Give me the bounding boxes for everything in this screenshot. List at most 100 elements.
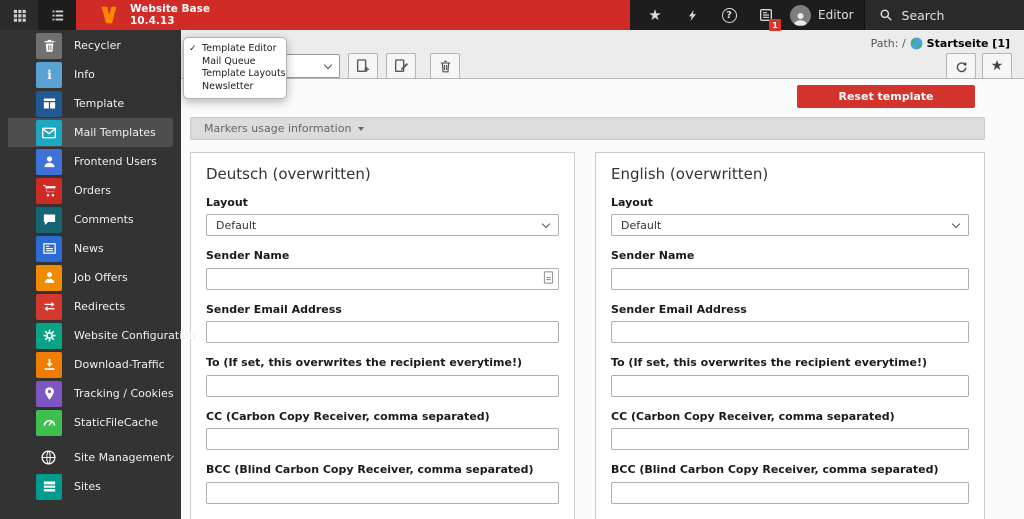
sidebar-item-website-configuration[interactable]: Website Configuration	[8, 321, 196, 350]
sidebar-item-label: Redirects	[74, 300, 126, 313]
search-placeholder: Search	[901, 7, 945, 23]
search-input[interactable]: Search	[863, 0, 1024, 30]
docheader-right-buttons: ★	[946, 53, 1012, 79]
field-deutsch-bcc: BCC (Blind Carbon Copy Receiver, comma s…	[206, 463, 559, 504]
field-label: Sender Email Address	[206, 302, 342, 316]
sidebar-item-comments[interactable]: Comments	[8, 205, 173, 234]
deutsch-bcc-input[interactable]	[206, 481, 559, 504]
sidebar-item-news[interactable]: News	[8, 234, 173, 263]
brand-title: Website Base	[130, 2, 210, 15]
field-english-bcc: BCC (Blind Carbon Copy Receiver, comma s…	[611, 463, 969, 504]
sidebar-item-tracking-cookies[interactable]: Tracking / Cookies	[8, 379, 174, 408]
mail-icon	[36, 119, 62, 146]
sidebar-item-label: Download-Traffic	[74, 358, 165, 371]
english-cc-input[interactable]	[611, 428, 969, 450]
doc-header: Path: / Startseite [1] ★	[181, 30, 1024, 79]
info-icon: i	[36, 61, 62, 88]
bookmark-star-button[interactable]: ★	[982, 53, 1012, 79]
user-menu[interactable]: Editor	[790, 4, 854, 26]
field-english-sender-name: Sender Name	[611, 249, 969, 290]
sidebar-item-template[interactable]: Template	[8, 89, 173, 118]
deutsch-layout-select[interactable]: Default	[206, 214, 559, 236]
field-label: To (If set, this overwrites the recipien…	[206, 356, 523, 369]
markers-usage-label: Markers usage information	[204, 122, 352, 135]
sidebar-item-label: Info	[74, 68, 95, 81]
brand-area[interactable]: Website Base 10.4.13	[76, 0, 630, 30]
bolt-icon[interactable]	[679, 0, 705, 30]
english-sender-name-input[interactable]	[611, 267, 969, 290]
menu-item-template-layouts[interactable]: Template Layouts	[184, 68, 286, 81]
sites-icon	[36, 473, 62, 500]
help-icon[interactable]: ?	[716, 0, 742, 30]
sidebar-section-site-management[interactable]: Site Management	[8, 443, 175, 472]
field-label: BCC (Blind Carbon Copy Receiver, comma s…	[611, 463, 939, 476]
breadcrumb: Path: / Startseite [1]	[871, 37, 1010, 50]
field-deutsch-layout: Layout Default	[206, 196, 559, 236]
field-label: CC (Carbon Copy Receiver, comma separate…	[206, 409, 490, 423]
chevron-down-icon	[323, 60, 333, 69]
chevron-down-icon	[951, 219, 961, 228]
panel-title: English (overwritten)	[611, 165, 769, 183]
reset-template-button[interactable]: Reset template	[797, 85, 975, 108]
field-deutsch-sender-email-address: Sender Email Address	[206, 302, 559, 343]
field-english-layout: Layout Default	[611, 196, 969, 236]
sidebar-item-label: Recycler	[74, 39, 121, 52]
english-to-input[interactable]	[611, 374, 969, 397]
cart-icon	[36, 177, 62, 204]
sidebar-item-label: Sites	[74, 480, 101, 493]
record-buttons	[340, 53, 460, 79]
typo3-logo-icon	[98, 4, 120, 26]
caret-down-icon	[358, 127, 365, 131]
panel-deutsch: Deutsch (overwritten) Layout Default Sen…	[190, 152, 575, 519]
config-icon	[36, 322, 62, 349]
sidebar-item-label: StaticFileCache	[74, 416, 159, 429]
current-page[interactable]: Startseite [1]	[927, 37, 1010, 50]
menu-list-icon[interactable]	[38, 0, 76, 30]
deutsch-cc-input[interactable]	[206, 428, 559, 450]
sidebar-item-redirects[interactable]: Redirects	[8, 292, 173, 321]
search-icon	[879, 8, 893, 22]
sidebar-item-mail-templates[interactable]: Mail Templates	[8, 118, 173, 147]
trash-icon	[36, 32, 62, 59]
sidebar-item-orders[interactable]: Orders	[8, 176, 173, 205]
sidebar-section-label: Site Management	[74, 451, 172, 464]
sidebar-item-staticfilecache[interactable]: StaticFileCache	[8, 408, 173, 437]
refresh-button[interactable]	[946, 53, 976, 79]
sidebar-item-label: News	[74, 242, 104, 255]
menu-item-newsletter[interactable]: Newsletter	[184, 81, 286, 94]
gauge-icon	[36, 409, 62, 436]
sidebar-item-label: Website Configuration	[74, 329, 196, 342]
sidebar-item-info[interactable]: i Info	[8, 60, 173, 89]
person-icon	[36, 264, 62, 291]
notification-badge: 1	[769, 19, 781, 31]
english-bcc-input[interactable]	[611, 481, 969, 504]
path-prefix: Path: /	[870, 37, 906, 50]
deutsch-to-input[interactable]	[206, 374, 559, 397]
sidebar-item-sites[interactable]: Sites	[8, 472, 173, 501]
globe-icon	[40, 449, 57, 466]
deutsch-sender-email-address-input[interactable]	[206, 321, 559, 343]
edit-record-button[interactable]	[386, 53, 416, 79]
menu-item-mail-queue[interactable]: Mail Queue	[184, 56, 286, 69]
deutsch-sender-name-input[interactable]	[206, 267, 559, 290]
sidebar-item-label: Frontend Users	[74, 155, 157, 168]
markers-usage-bar[interactable]: Markers usage information	[190, 117, 985, 140]
delete-button[interactable]	[430, 53, 460, 79]
english-layout-select[interactable]: Default	[611, 214, 969, 236]
notifications-icon[interactable]: 1	[753, 0, 781, 31]
sidebar-item-frontend-users[interactable]: Frontend Users	[8, 147, 173, 176]
sidebar-item-label: Tracking / Cookies	[74, 387, 174, 400]
star-icon[interactable]: ★	[642, 0, 668, 30]
sidebar-item-label: Template	[74, 97, 125, 110]
english-sender-email-address-input[interactable]	[611, 321, 969, 343]
new-record-button[interactable]	[348, 53, 378, 79]
field-label: Sender Name	[206, 249, 290, 262]
modules-grid-icon[interactable]	[0, 0, 38, 30]
download-icon	[36, 351, 62, 378]
sidebar-item-recycler[interactable]: Recycler	[8, 31, 173, 60]
news-icon	[36, 235, 62, 262]
field-deutsch-to: To (If set, this overwrites the recipien…	[206, 356, 559, 397]
sidebar-item-download-traffic[interactable]: Download-Traffic	[8, 350, 173, 379]
menu-item-template-editor[interactable]: ✓ Template Editor	[184, 43, 286, 56]
sidebar-item-job-offers[interactable]: Job Offers	[8, 263, 173, 292]
